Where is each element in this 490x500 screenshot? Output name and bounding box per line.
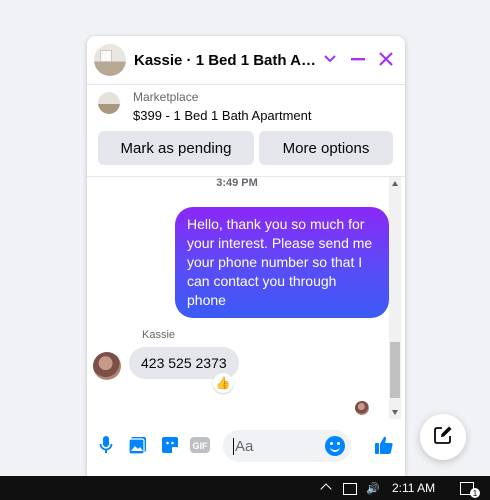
notification-count-badge: 1 — [470, 488, 480, 498]
mark-as-pending-button[interactable]: Mark as pending — [98, 131, 254, 165]
message-composer: GIF Aa — [87, 426, 405, 470]
close-icon[interactable] — [375, 48, 397, 70]
emoji-icon[interactable] — [325, 436, 345, 456]
message-input-placeholder: Aa — [233, 437, 254, 455]
new-message-button[interactable] — [420, 414, 466, 460]
chat-window: Kassie · 1 Bed 1 Bath Apart… Marketplace… — [87, 36, 405, 476]
sender-avatar[interactable] — [93, 352, 121, 380]
minimize-icon[interactable] — [347, 48, 369, 70]
marketplace-listing: Marketplace $399 - 1 Bed 1 Bath Apartmen… — [87, 84, 405, 177]
network-icon[interactable] — [343, 483, 357, 495]
seen-indicator-avatar — [355, 401, 369, 415]
chevron-down-icon[interactable] — [319, 48, 341, 70]
listing-thumbnail[interactable] — [98, 92, 120, 114]
scroll-up-arrow-icon[interactable] — [392, 181, 398, 186]
listing-avatar[interactable] — [94, 44, 126, 76]
message-thread: 3:49 PM Hello, thank you so much for you… — [87, 177, 405, 419]
more-options-button[interactable]: More options — [259, 131, 393, 165]
thumbs-up-reaction[interactable]: 👍 — [213, 373, 233, 393]
outgoing-message[interactable]: Hello, thank you so much for your intere… — [175, 207, 389, 318]
microphone-icon[interactable] — [95, 434, 117, 456]
marketplace-label: Marketplace — [133, 90, 199, 104]
thumbs-up-icon[interactable] — [373, 434, 395, 456]
gif-icon[interactable]: GIF — [189, 434, 211, 456]
message-timestamp: 3:49 PM — [216, 177, 258, 189]
chat-title[interactable]: Kassie · 1 Bed 1 Bath Apart… — [134, 52, 324, 69]
listing-title[interactable]: $399 - 1 Bed 1 Bath Apartment — [133, 108, 312, 123]
volume-icon[interactable]: 🔊 — [366, 482, 380, 495]
windows-taskbar: 🔊 2:11 AM 1 — [0, 476, 490, 500]
taskbar-clock[interactable]: 2:11 AM — [392, 481, 435, 495]
tray-chevron-up-icon[interactable] — [320, 483, 332, 495]
scrollbar-thumb[interactable] — [390, 342, 400, 398]
chat-header[interactable]: Kassie · 1 Bed 1 Bath Apart… — [87, 36, 405, 85]
scroll-down-arrow-icon[interactable] — [392, 410, 398, 415]
thread-scrollbar[interactable] — [389, 177, 401, 419]
svg-text:GIF: GIF — [193, 441, 209, 451]
message-input[interactable]: Aa — [223, 430, 351, 462]
compose-icon — [433, 425, 453, 450]
photo-icon[interactable] — [127, 434, 149, 456]
sticker-icon[interactable] — [159, 434, 181, 456]
sender-name: Kassie — [142, 329, 176, 341]
